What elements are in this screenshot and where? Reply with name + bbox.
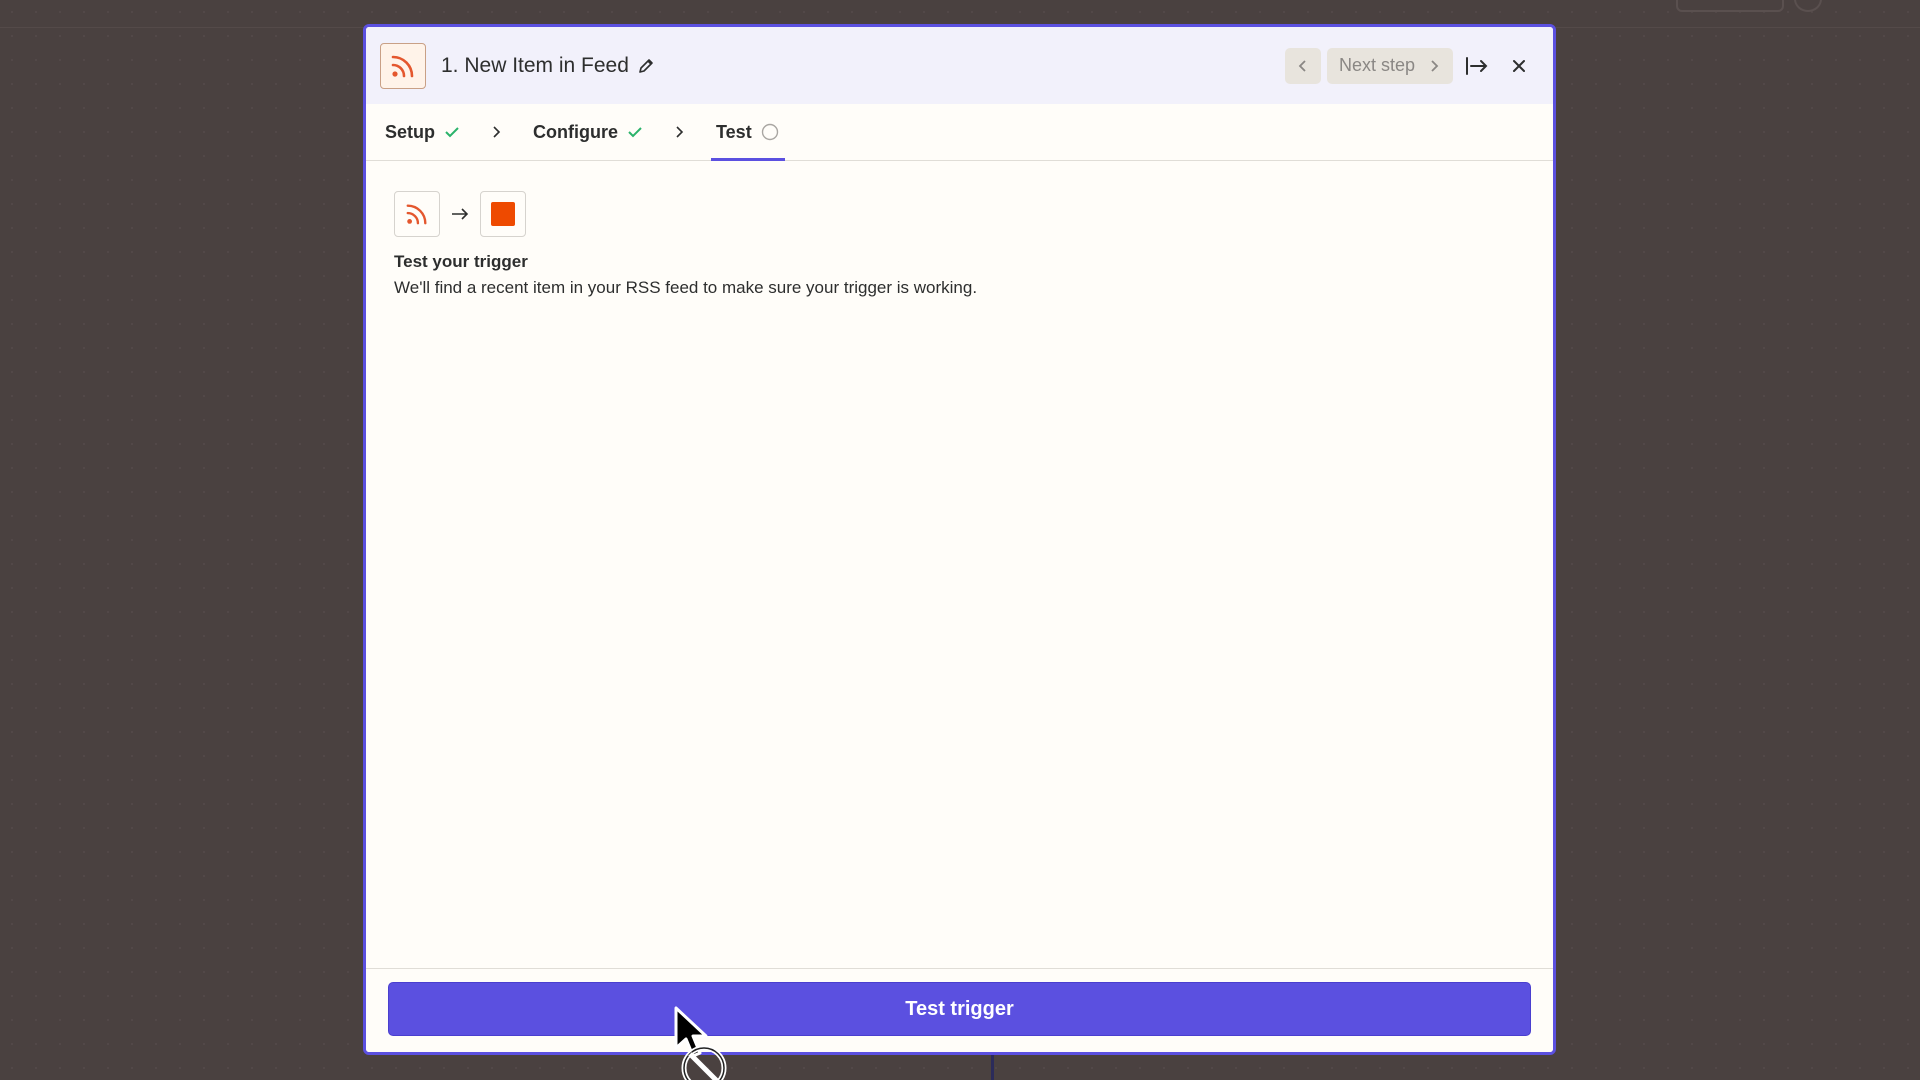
previous-step-button[interactable] <box>1284 47 1321 84</box>
tab-label: Setup <box>385 121 436 142</box>
step-tabs: Setup Configure Test <box>366 104 1553 161</box>
test-description: We'll find a recent item in your RSS fee… <box>394 278 978 297</box>
mouse-cursor-icon <box>674 1006 727 1080</box>
test-title: Test your trigger <box>394 252 528 271</box>
next-step-label: Next step <box>1338 55 1415 75</box>
chevron-right-icon <box>1431 59 1439 72</box>
collapse-right-icon <box>1466 56 1488 75</box>
collapse-panel-button[interactable] <box>1459 48 1495 84</box>
arrow-right-icon <box>452 208 469 220</box>
rss-app-icon <box>394 191 440 237</box>
tab-setup[interactable]: Setup <box>382 104 463 160</box>
tab-label: Configure <box>533 121 619 142</box>
test-trigger-button[interactable]: Test trigger <box>388 982 1531 1036</box>
check-icon <box>445 127 459 138</box>
next-step-button[interactable]: Next step <box>1326 47 1453 84</box>
tab-test[interactable]: Test <box>711 104 785 161</box>
step-title[interactable]: 1. New Item in Feed <box>441 54 629 78</box>
panel-footer: Test trigger <box>366 968 1553 1052</box>
tab-label: Test <box>716 121 752 142</box>
canvas-connector-line <box>991 1052 994 1080</box>
app-flow <box>394 191 1525 237</box>
panel-body: Test your trigger We'll find a recent it… <box>366 161 1553 328</box>
tab-configure[interactable]: Configure <box>530 104 646 160</box>
step-editor-panel: 1. New Item in Feed Next step Setup Conf… <box>363 24 1556 1055</box>
close-icon <box>1513 59 1525 72</box>
chevron-right-icon <box>674 104 686 160</box>
background-pill <box>1794 0 1822 12</box>
app-placeholder-icon <box>480 191 526 237</box>
pencil-icon[interactable] <box>637 57 655 75</box>
panel-header: 1. New Item in Feed Next step <box>366 27 1553 104</box>
background-pill <box>1676 0 1784 12</box>
check-icon <box>628 127 642 138</box>
chevron-right-icon <box>491 104 503 160</box>
rss-app-icon <box>380 42 426 89</box>
chevron-left-icon <box>1298 59 1306 72</box>
close-button[interactable] <box>1501 48 1537 84</box>
pending-circle-icon <box>761 123 778 141</box>
